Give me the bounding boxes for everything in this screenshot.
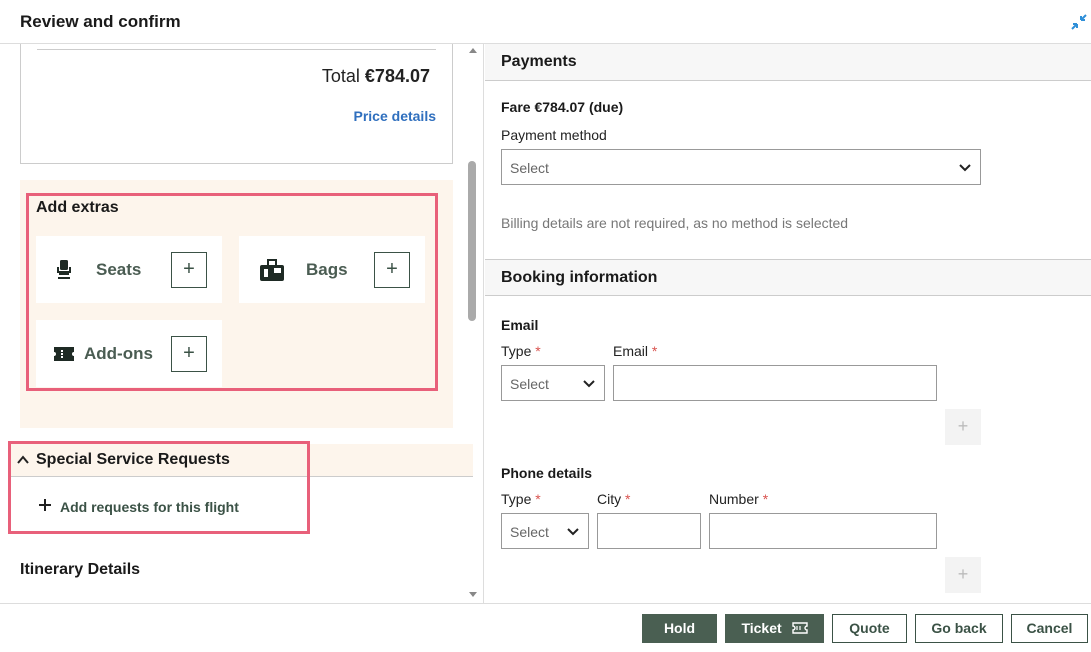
fare-label: Fare €784.07 (due) <box>501 99 624 115</box>
total-label: Total <box>321 66 360 86</box>
required-mark: * <box>625 491 631 507</box>
left-panel: Total €784.07 Price details Add extras S… <box>4 44 484 603</box>
phone-type-label-text: Type <box>501 491 532 507</box>
email-label: Email * <box>613 343 657 359</box>
phone-type-label: Type * <box>501 491 541 507</box>
required-mark: * <box>651 343 658 359</box>
booking-header: Booking information <box>485 259 1091 296</box>
extra-label-addons: Add-ons <box>84 344 153 363</box>
extras-title: Add extras <box>36 199 119 216</box>
collapse-icon[interactable] <box>1069 12 1089 32</box>
bags-icon <box>259 258 284 282</box>
total-price: Total €784.07 <box>322 66 430 87</box>
hold-button[interactable]: Hold <box>642 614 717 643</box>
ticket-icon <box>791 622 808 634</box>
required-mark: * <box>535 491 541 507</box>
billing-note: Billing details are not required, as no … <box>501 215 849 231</box>
cancel-button[interactable]: Cancel <box>1011 614 1088 643</box>
phone-section-label: Phone details <box>501 465 593 481</box>
number-label-text: Number <box>709 491 759 507</box>
email-type-value: Select <box>510 376 549 392</box>
phone-type-select[interactable]: Select <box>501 513 589 549</box>
required-mark: * <box>535 343 541 359</box>
chevron-down-icon <box>959 164 971 172</box>
go-back-button[interactable]: Go back <box>915 614 1003 643</box>
quote-button[interactable]: Quote <box>832 614 907 643</box>
dialog-title: Review and confirm <box>20 12 181 31</box>
scroll-up-arrow[interactable] <box>469 48 477 53</box>
payment-method-label: Payment method <box>501 127 607 143</box>
payment-method-select[interactable]: Select <box>501 149 981 185</box>
city-label: City * <box>597 491 630 507</box>
email-input[interactable] <box>613 365 937 401</box>
email-type-select[interactable]: Select <box>501 365 605 401</box>
payments-title: Payments <box>501 53 577 70</box>
right-panel: Payments Fare €784.07 (due) Payment meth… <box>485 44 1091 603</box>
number-input[interactable] <box>709 513 937 549</box>
price-details-link[interactable]: Price details <box>354 108 437 124</box>
itinerary-title: Itinerary Details <box>20 561 141 578</box>
number-label: Number * <box>709 491 768 507</box>
left-scrollbar[interactable] <box>466 44 480 603</box>
extra-card-bags: Bags + <box>239 236 425 303</box>
extra-label-bags: Bags <box>306 260 348 279</box>
add-addons-button[interactable]: + <box>171 336 207 372</box>
required-mark: * <box>762 491 769 507</box>
ticket-button-label: Ticket <box>741 620 782 636</box>
seat-icon <box>52 258 76 282</box>
booking-title: Booking information <box>501 269 658 286</box>
scroll-down-arrow[interactable] <box>469 592 477 597</box>
add-seats-button[interactable]: + <box>171 252 207 288</box>
extra-card-seats: Seats + <box>36 236 222 303</box>
dialog-footer: Hold Ticket Quote Go back Cancel <box>0 603 1091 652</box>
price-divider <box>37 49 436 50</box>
extra-label-seats: Seats <box>96 260 142 279</box>
email-label-text: Email <box>613 343 649 359</box>
dialog-header: Review and confirm <box>0 0 1091 44</box>
chevron-down-icon <box>583 380 595 388</box>
chevron-down-icon <box>567 528 579 536</box>
email-type-label: Type * <box>501 343 541 359</box>
ticket-button[interactable]: Ticket <box>725 614 824 643</box>
phone-type-value: Select <box>510 524 549 540</box>
email-type-label-text: Type <box>501 343 532 359</box>
total-value: €784.07 <box>364 66 430 86</box>
add-phone-button[interactable]: + <box>945 557 981 593</box>
payment-method-value: Select <box>510 160 549 176</box>
email-section-label: Email <box>501 317 539 333</box>
price-summary: Total €784.07 Price details <box>20 44 453 164</box>
extra-card-addons: Add-ons + <box>36 320 222 387</box>
ticket-icon <box>52 342 76 366</box>
add-email-button[interactable]: + <box>945 409 981 445</box>
city-label-text: City <box>597 491 622 507</box>
scroll-thumb[interactable] <box>468 161 476 321</box>
add-bags-button[interactable]: + <box>374 252 410 288</box>
payments-header: Payments <box>485 44 1091 81</box>
city-input[interactable] <box>597 513 701 549</box>
ssr-highlight <box>8 441 310 534</box>
